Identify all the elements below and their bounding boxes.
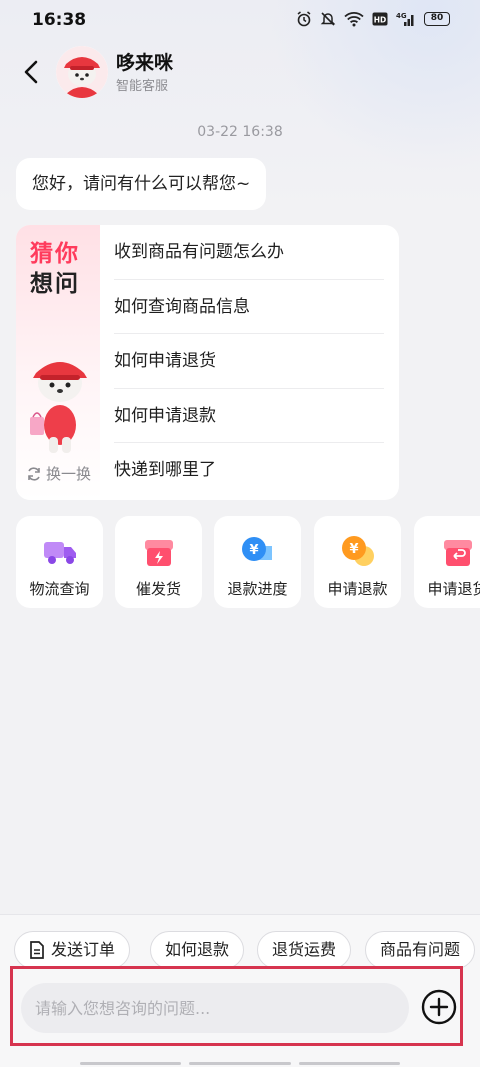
chip-label: 如何退款	[165, 940, 230, 959]
suggestion-chips: 发送订单 如何退款 退货运费 商品有问题	[14, 931, 480, 971]
mute-icon	[320, 12, 336, 26]
mascot-shopping-icon	[30, 362, 87, 453]
chevron-left-icon[interactable]	[18, 54, 46, 90]
alarm-icon	[297, 11, 311, 27]
question-item[interactable]: 如何申请退款	[114, 389, 384, 444]
agent-name: 哆来咪	[116, 52, 174, 74]
question-item[interactable]: 如何查询商品信息	[114, 280, 384, 335]
quick-action-urge-shipping[interactable]: 催发货	[115, 516, 202, 608]
question-item[interactable]: 如何申请退货	[114, 334, 384, 389]
chip-label: 退货运费	[272, 940, 337, 959]
refresh-label: 换一换	[46, 465, 92, 483]
document-icon	[30, 941, 44, 959]
chip-label: 商品有问题	[380, 940, 461, 959]
quick-action-label: 申请退款	[327, 580, 388, 598]
svg-text:¥: ¥	[249, 543, 258, 558]
bottom-input-area: 发送订单 如何退款 退货运费 商品有问题	[0, 914, 480, 1067]
guess-card-title: 猜你 想问	[30, 239, 80, 299]
yen-chat-icon: ¥	[242, 537, 272, 561]
mascot-avatar-icon	[56, 46, 108, 98]
quick-action-label: 申请退货	[427, 580, 480, 598]
quick-actions-row: 物流查询 催发货 ¥ 退款进度 ¥ 申请退款 申请退货	[16, 516, 480, 608]
yen-coin-chat-icon: ¥	[342, 536, 374, 566]
guess-questions-card: 猜你 想问 换一换 收到商品有问题怎么办 如何查询商品信息 如何申请退货 如何申…	[16, 225, 399, 500]
input-highlight-frame	[10, 966, 463, 1046]
package-bolt-icon	[145, 540, 173, 566]
greeting-bubble: 您好，请问有什么可以帮您~	[16, 158, 267, 210]
quick-action-label: 物流查询	[29, 580, 90, 598]
guess-title-line2: 想问	[30, 271, 80, 297]
question-item[interactable]: 收到商品有问题怎么办	[114, 225, 384, 280]
return-box-icon	[444, 540, 472, 566]
svg-text:HD: HD	[374, 16, 387, 25]
refresh-icon	[28, 466, 40, 481]
plus-circle-icon[interactable]	[421, 989, 457, 1025]
quick-action-apply-return[interactable]: 申请退货	[414, 516, 480, 608]
message-timestamp: 03-22 16:38	[197, 124, 283, 140]
status-icons: HD 4G 80	[296, 11, 450, 27]
chip-how-refund[interactable]: 如何退款	[150, 931, 245, 969]
chat-header: 哆来咪 智能客服	[0, 44, 480, 104]
message-input[interactable]	[21, 983, 409, 1033]
agent-avatar[interactable]	[56, 46, 108, 98]
status-time: 16:38	[32, 10, 87, 30]
quick-action-refund-progress[interactable]: ¥ 退款进度	[214, 516, 301, 608]
wifi-icon	[344, 12, 364, 27]
chip-send-order[interactable]: 发送订单	[14, 931, 131, 969]
chip-return-shipping-fee[interactable]: 退货运费	[257, 931, 352, 969]
home-indicator	[80, 1062, 400, 1067]
guess-title-line1: 猜你	[30, 241, 80, 267]
hd-icon: HD	[372, 12, 388, 26]
guess-card-left-panel: 猜你 想问 换一换	[16, 225, 100, 500]
agent-subtitle: 智能客服	[116, 79, 169, 94]
truck-icon	[44, 542, 76, 564]
svg-text:4G: 4G	[396, 12, 407, 20]
refresh-button[interactable]: 换一换	[26, 463, 91, 484]
chip-label: 发送订单	[51, 940, 116, 959]
svg-text:¥: ¥	[349, 542, 358, 557]
quick-action-label: 退款进度	[227, 580, 288, 598]
battery-icon: 80	[424, 12, 450, 26]
question-list: 收到商品有问题怎么办 如何查询商品信息 如何申请退货 如何申请退款 快递到哪里了	[114, 225, 384, 498]
quick-action-logistics[interactable]: 物流查询	[16, 516, 103, 608]
quick-action-label: 催发货	[135, 580, 181, 598]
quick-action-apply-refund[interactable]: ¥ 申请退款	[314, 516, 401, 608]
signal-4g-icon: 4G	[396, 12, 414, 26]
question-item[interactable]: 快递到哪里了	[114, 443, 384, 498]
status-bar: 16:38 HD 4G 80	[0, 0, 480, 40]
chip-product-issue[interactable]: 商品有问题	[365, 931, 476, 969]
